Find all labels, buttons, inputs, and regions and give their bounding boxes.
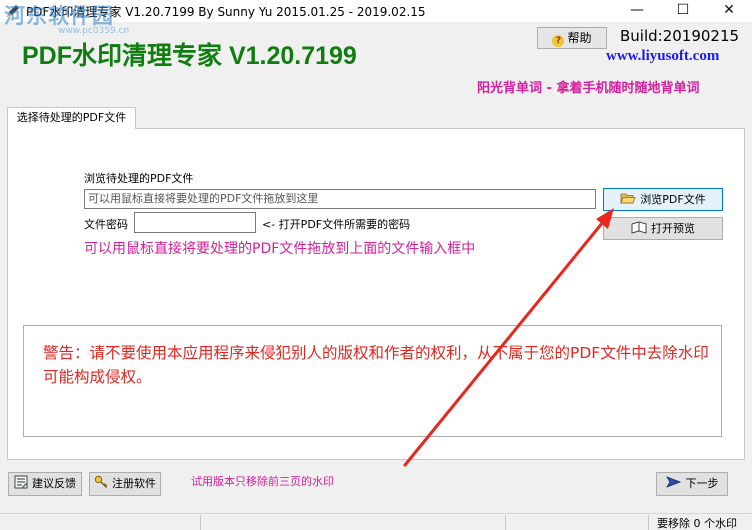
feedback-icon	[14, 475, 28, 489]
feedback-button[interactable]: 建议反馈	[8, 472, 82, 496]
feedback-button-label: 建议反馈	[32, 477, 76, 490]
help-icon: ?	[552, 35, 565, 47]
key-icon	[94, 475, 108, 488]
minimize-button[interactable]: —	[614, 0, 660, 22]
next-arrow-icon	[665, 476, 681, 488]
app-title: PDF水印清理专家 V1.20.7199	[22, 42, 357, 70]
drag-drop-hint: 可以用鼠标直接将要处理的PDF文件拖放到上面的文件输入框中	[84, 241, 476, 257]
pdf-path-input[interactable]: 可以用鼠标直接将要处理的PDF文件拖放到这里	[84, 189, 596, 209]
folder-open-icon	[620, 193, 636, 204]
warning-text: 警告：请不要使用本应用程序来侵犯别人的版权和作者的权利，从不属于您的PDF文件中…	[43, 344, 709, 386]
open-preview-button[interactable]: 打开预览	[603, 217, 723, 240]
status-bar	[0, 513, 752, 530]
tab-select-pdf[interactable]: 选择待处理的PDF文件	[7, 107, 136, 129]
promo-link[interactable]: 阳光背单词 - 拿着手机随时随地背单词	[477, 77, 699, 96]
register-button[interactable]: 注册软件	[89, 472, 161, 496]
browse-pdf-button[interactable]: 浏览PDF文件	[603, 188, 723, 211]
status-separator	[648, 515, 649, 530]
close-button[interactable]: ✕	[706, 0, 752, 22]
register-button-label: 注册软件	[112, 477, 156, 490]
build-label: Build:20190215	[620, 27, 740, 45]
browse-label: 浏览待处理的PDF文件	[84, 172, 194, 185]
password-label: 文件密码	[84, 218, 128, 231]
book-icon	[631, 221, 647, 234]
maximize-button[interactable]: ☐	[660, 0, 706, 22]
next-button-label: 下一步	[685, 477, 719, 490]
website-link[interactable]: www.liyusoft.com	[606, 48, 719, 65]
open-preview-button-label: 打开预览	[651, 222, 695, 235]
browse-pdf-button-label: 浏览PDF文件	[640, 193, 706, 206]
status-separator	[505, 515, 506, 530]
password-hint: <- 打开PDF文件所需要的密码	[262, 218, 411, 231]
site-watermark-url: www.pc0359.cn	[58, 26, 130, 36]
trial-notice: 试用版本只移除前三页的水印	[191, 475, 334, 488]
next-button[interactable]: 下一步	[656, 472, 728, 496]
help-button[interactable]: ? 帮助	[537, 27, 607, 49]
status-removed-count: 要移除 0 个水印	[657, 517, 737, 530]
password-input[interactable]	[134, 212, 256, 233]
help-button-label: 帮助	[567, 31, 592, 45]
status-separator	[200, 515, 201, 530]
